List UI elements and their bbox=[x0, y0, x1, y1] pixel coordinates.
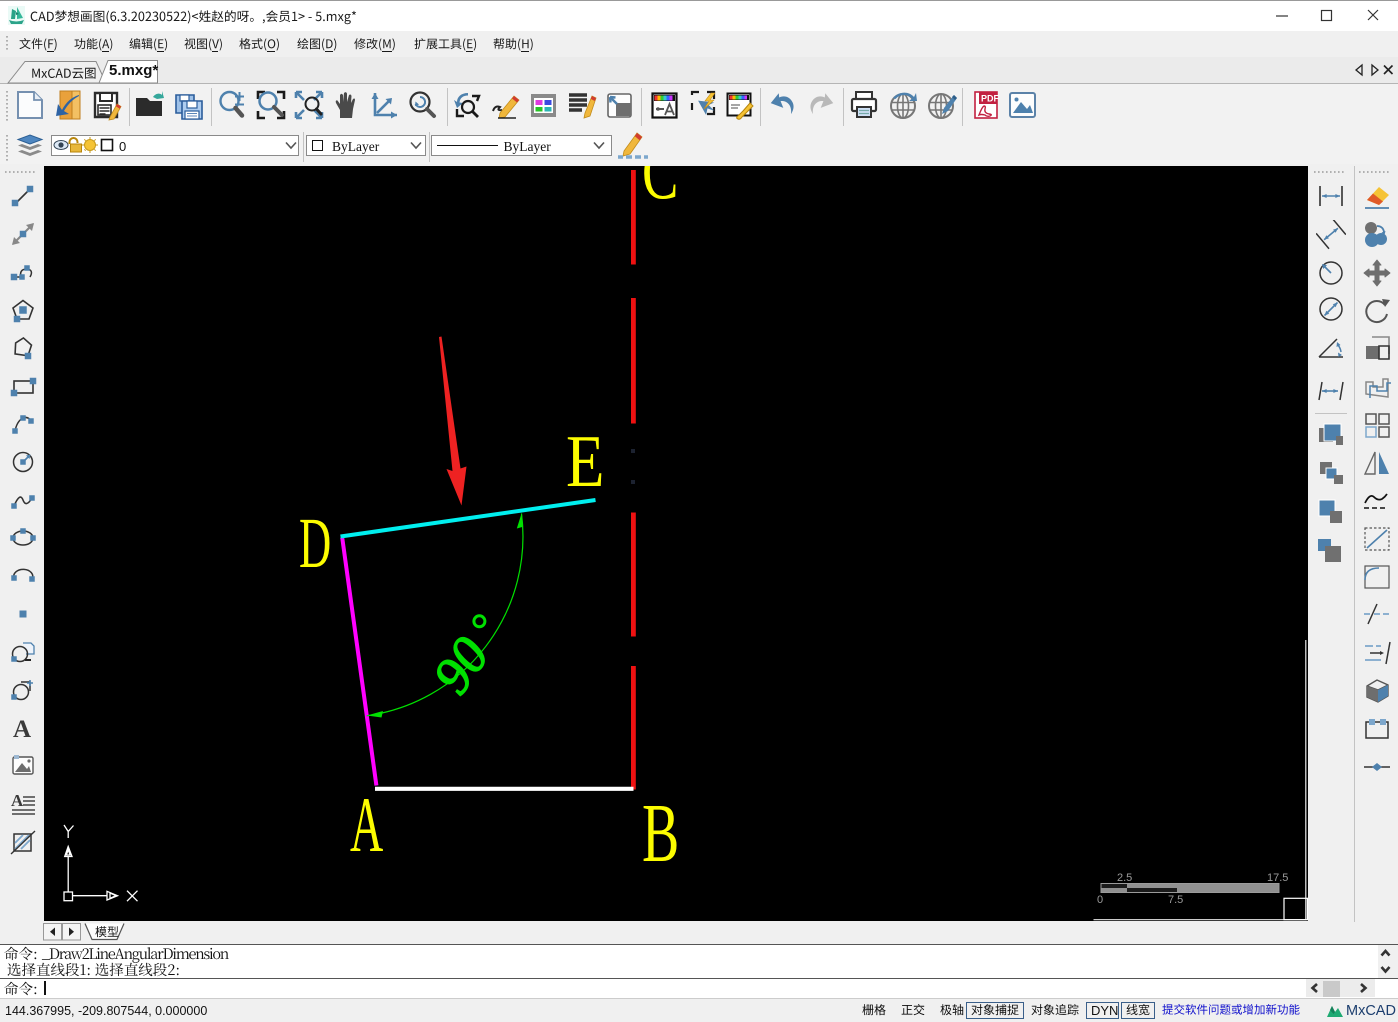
svg-text:PDF: PDF bbox=[981, 94, 1000, 104]
svg-text:A: A bbox=[13, 716, 31, 742]
svg-text:A: A bbox=[11, 791, 24, 810]
